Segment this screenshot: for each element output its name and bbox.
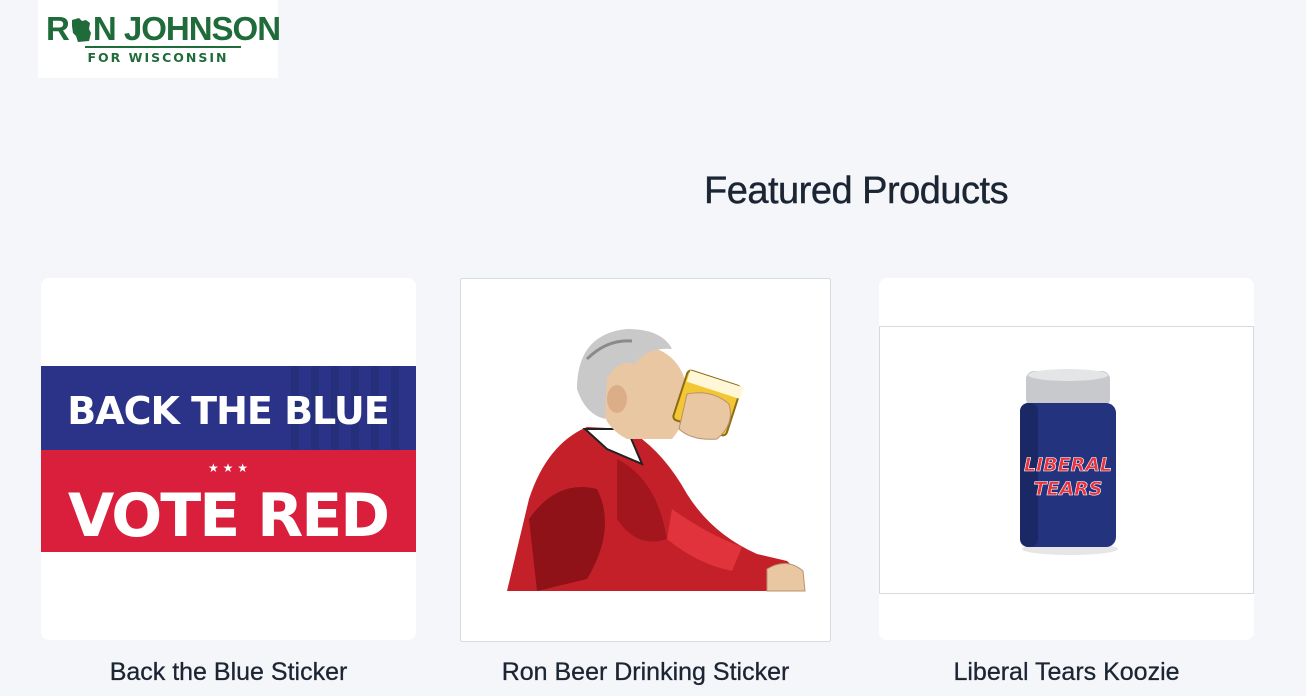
koozie-text-line2: TEARS bbox=[1034, 478, 1103, 500]
sticker-text-top: BACK THE BLUE bbox=[67, 389, 389, 433]
wisconsin-state-icon bbox=[71, 18, 91, 42]
product-image-liberal-tears[interactable]: LIBERAL TEARS bbox=[880, 327, 1253, 593]
logo-letter-r: R bbox=[46, 10, 70, 47]
product-image-ron-beer[interactable] bbox=[467, 279, 829, 641]
koozie-text-line1: LIBERAL bbox=[1024, 454, 1112, 476]
product-card-ron-beer[interactable] bbox=[460, 278, 831, 642]
logo-divider bbox=[85, 46, 241, 48]
logo-name-rest: N JOHNSON bbox=[92, 10, 281, 47]
product-card-liberal-tears[interactable]: LIBERAL TEARS bbox=[879, 278, 1254, 640]
section-title: Featured Products bbox=[704, 170, 1009, 212]
site-logo[interactable]: R N JOHNSON FOR WISCONSIN bbox=[38, 0, 281, 78]
logo-wordmark: R N JOHNSON bbox=[46, 10, 281, 48]
product-name[interactable]: Back the Blue Sticker bbox=[41, 658, 416, 687]
product-name[interactable]: Ron Beer Drinking Sticker bbox=[460, 658, 831, 687]
sticker-text-bottom: VOTE RED bbox=[68, 481, 388, 551]
product-name[interactable]: Liberal Tears Koozie bbox=[879, 658, 1254, 687]
sticker-stars: ★ ★ ★ bbox=[208, 461, 248, 475]
logo-subtitle: FOR WISCONSIN bbox=[87, 50, 229, 65]
product-card-back-the-blue[interactable]: BACK THE BLUE ★ ★ ★ VOTE RED bbox=[41, 278, 416, 640]
product-image-back-the-blue[interactable]: BACK THE BLUE ★ ★ ★ VOTE RED bbox=[41, 366, 416, 552]
product-image-frame: LIBERAL TEARS bbox=[879, 326, 1254, 594]
